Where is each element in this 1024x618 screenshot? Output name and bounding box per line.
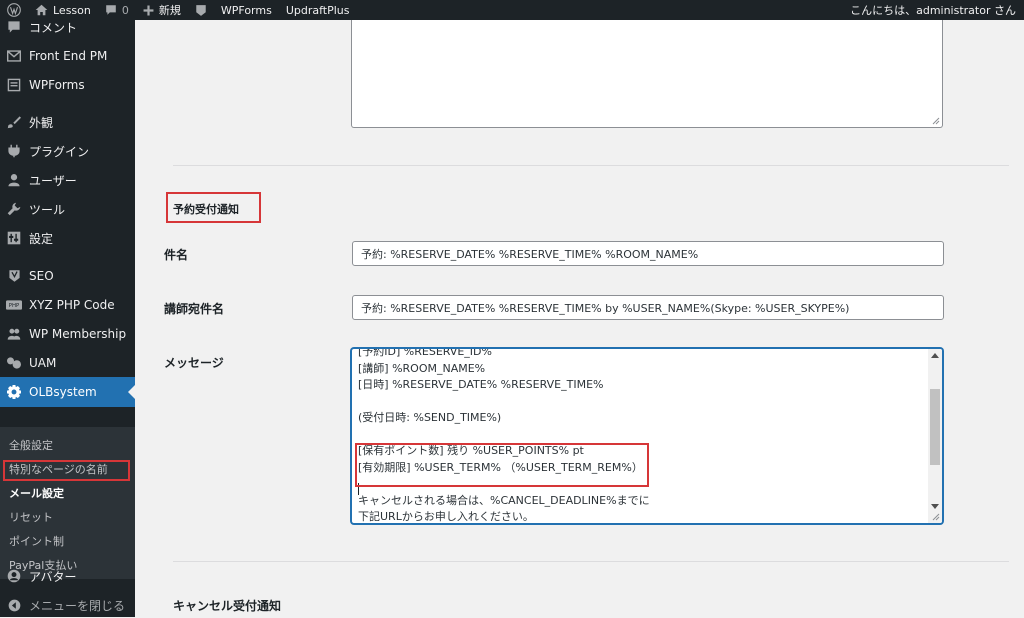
message-line (358, 476, 928, 493)
message-line: [日時] %RESERVE_DATE% %RESERVE_TIME% (358, 378, 604, 391)
menu-item-wpforms[interactable]: WPForms (0, 72, 135, 98)
menu-item-tools[interactable]: ツール (0, 196, 135, 222)
section-title-cancel-notice: キャンセル受付通知 (173, 599, 282, 613)
menu-item-olbsystem[interactable]: OLBsystem (0, 377, 135, 407)
message-textarea[interactable]: [予約ID] %RESERVE_ID% [講師] %ROOM_NAME% [日時… (351, 348, 943, 524)
avatar-icon (6, 568, 22, 584)
message-line: 下記URLからお申し入れください。 (358, 510, 534, 523)
menu-label: WPForms (29, 78, 85, 92)
menu-item-wp-membership[interactable]: WP Membership (0, 321, 135, 347)
menu-label: OLBsystem (29, 385, 97, 399)
menu-label: XYZ PHP Code (29, 298, 115, 312)
collapse-arrow-icon (6, 597, 22, 613)
teacher-subject-input[interactable]: 予約: %RESERVE_DATE% %RESERVE_TIME% by %US… (352, 295, 944, 320)
comment-icon (6, 19, 22, 35)
collapse-menu-button[interactable]: メニューを閉じる (0, 592, 135, 618)
message-line: (受付日時: %SEND_TIME%) (358, 411, 502, 424)
submenu-point-system[interactable]: ポイント制 (9, 533, 64, 549)
message-scrollbar[interactable] (928, 349, 942, 523)
envelope-icon (6, 48, 22, 64)
menu-label: UAM (29, 356, 57, 370)
resize-grip-icon (932, 117, 940, 125)
main-content: 予約受付通知 件名 予約: %RESERVE_DATE% %RESERVE_TI… (135, 20, 1024, 617)
menu-label: SEO (29, 269, 54, 283)
submenu-special-page-names[interactable]: 特別なページの名前 (9, 461, 108, 477)
user-icon (6, 172, 22, 188)
menu-item-appearance[interactable]: 外観 (0, 109, 135, 135)
message-line: [講師] %ROOM_NAME% (358, 361, 486, 375)
settings-icon (6, 230, 22, 246)
form-icon (6, 77, 22, 93)
new-label: 新規 (158, 4, 181, 17)
menu-label: WP Membership (29, 327, 127, 341)
menu-label: アバター (29, 569, 77, 584)
uam-icon (6, 355, 22, 371)
menu-item-comments[interactable]: コメント (0, 14, 135, 40)
scroll-up-arrow-icon[interactable] (931, 353, 939, 358)
wpforms-label: WPForms (220, 3, 272, 17)
menu-label: ツール (29, 202, 66, 217)
menu-item-uam[interactable]: UAM (0, 350, 135, 376)
submenu-general-settings[interactable]: 全般設定 (9, 437, 53, 453)
paintbrush-icon (6, 114, 22, 130)
text-caret (358, 483, 359, 495)
wrench-icon (6, 201, 22, 217)
account-menu[interactable]: こんにちは、administrator さん (843, 0, 1024, 20)
message-line: [予約ID] %RESERVE_ID% (358, 348, 492, 358)
menu-item-front-end-pm[interactable]: Front End PM (0, 43, 135, 69)
menu-item-xyz-php-code[interactable]: PHP XYZ PHP Code (0, 292, 135, 318)
greeting-text: こんにちは、administrator さん (850, 4, 1016, 17)
php-icon: PHP (6, 297, 22, 313)
gear-icon (6, 384, 22, 400)
previous-message-textarea[interactable] (351, 20, 943, 128)
subject-input[interactable]: 予約: %RESERVE_DATE% %RESERVE_TIME% %ROOM_… (352, 241, 944, 266)
admin-sidebar: コメント Front End PM WPForms 外観 プラグイン ユーザー … (0, 20, 135, 617)
menu-item-avatar[interactable]: アバター (0, 563, 135, 589)
section-title-reserve-notice: 予約受付通知 (173, 203, 239, 216)
menu-label: プラグイン (29, 144, 90, 159)
teacher-subject-label: 講師宛件名 (164, 302, 225, 316)
yoast-icon (6, 268, 22, 284)
menu-item-settings[interactable]: 設定 (0, 225, 135, 251)
yoast-seo-button[interactable] (188, 0, 214, 20)
section-divider (173, 561, 1009, 562)
scroll-thumb[interactable] (930, 389, 940, 465)
message-text: [予約ID] %RESERVE_ID% [講師] %ROOM_NAME% [日時… (358, 348, 928, 523)
menu-label: 設定 (29, 231, 54, 246)
menu-label: ユーザー (29, 173, 77, 188)
updraftplus-label: UpdraftPlus (285, 3, 350, 17)
menu-item-plugins[interactable]: プラグイン (0, 138, 135, 164)
new-content-button[interactable]: 新規 (136, 0, 188, 20)
olbsystem-submenu: 全般設定 特別なページの名前 メール設定 リセット ポイント制 PayPal支払… (0, 427, 135, 579)
subject-label: 件名 (164, 248, 189, 262)
svg-text:PHP: PHP (9, 303, 20, 309)
admin-bar: Lesson 0 新規 WPForms UpdraftPlus こんにちは、ad… (0, 0, 1024, 20)
plugin-icon (6, 143, 22, 159)
message-line: [有効期限] %USER_TERM% （%USER_TERM_REM%） (358, 460, 643, 474)
submenu-reset[interactable]: リセット (9, 509, 53, 525)
menu-label: Front End PM (29, 49, 108, 63)
menu-item-seo[interactable]: SEO (0, 263, 135, 289)
wpforms-link[interactable]: WPForms (214, 0, 279, 20)
menu-label: コメント (29, 20, 78, 35)
yoast-icon (196, 4, 206, 16)
membership-icon (6, 326, 22, 342)
updraftplus-link[interactable]: UpdraftPlus (279, 0, 357, 20)
message-line: [保有ポイント数] 残り %USER_POINTS% pt (358, 444, 584, 457)
message-label: メッセージ (164, 356, 224, 370)
scroll-down-arrow-icon[interactable] (931, 504, 939, 509)
submenu-mail-settings[interactable]: メール設定 (9, 485, 64, 501)
section-divider (173, 165, 1009, 166)
plus-icon (143, 5, 154, 15)
resize-grip-icon[interactable] (932, 513, 940, 521)
menu-item-users[interactable]: ユーザー (0, 167, 135, 193)
menu-label: メニューを閉じる (29, 598, 126, 613)
message-line (358, 427, 928, 444)
message-line (358, 394, 928, 411)
menu-label: 外観 (29, 115, 54, 130)
message-line: キャンセルされる場合は、%CANCEL_DEADLINE%までに (358, 493, 650, 507)
